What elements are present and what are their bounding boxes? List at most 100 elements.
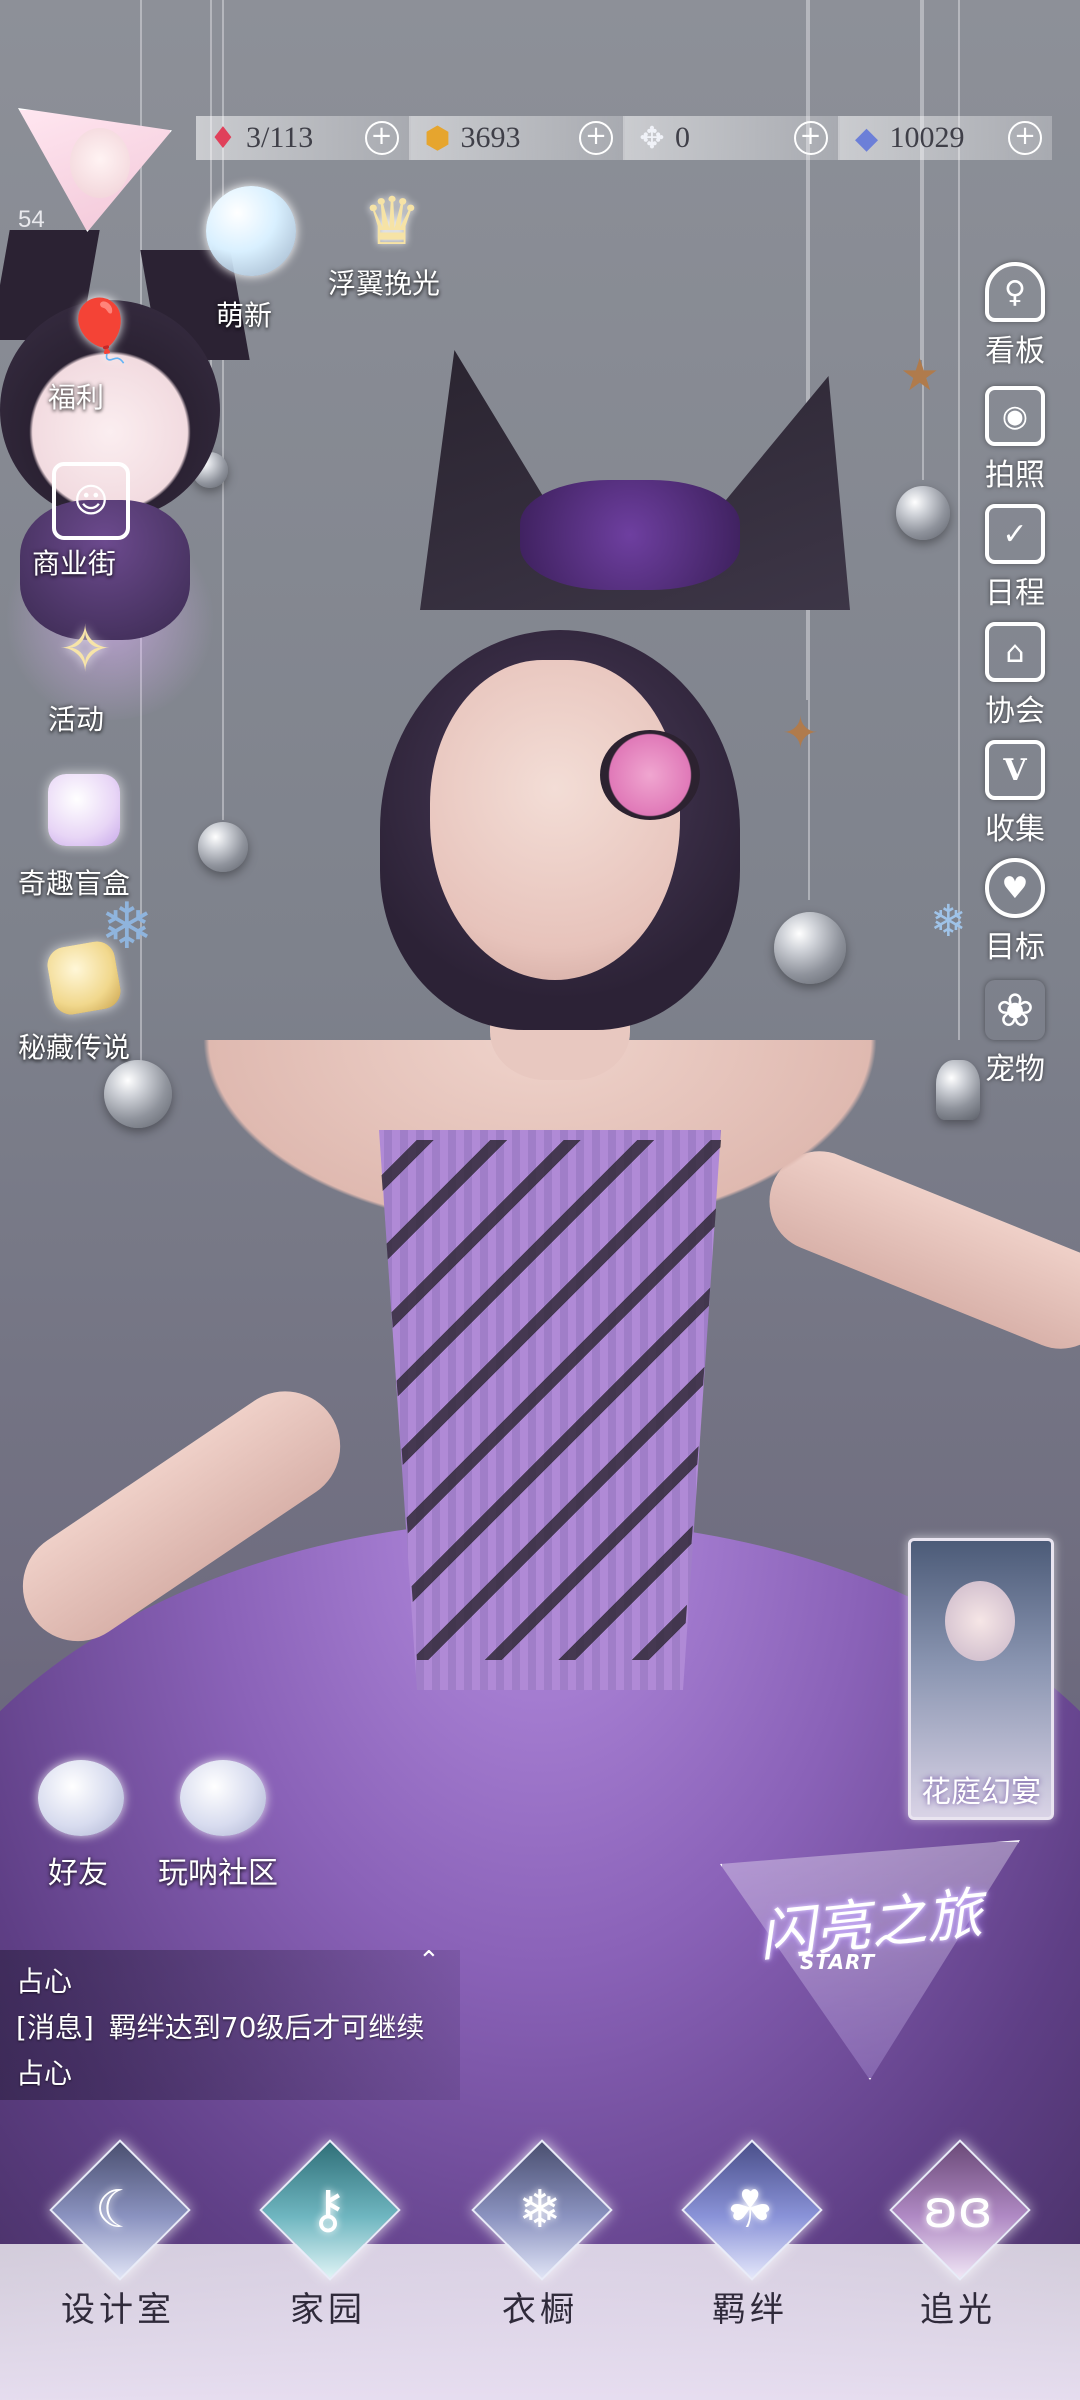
nav-label: 羁绊 xyxy=(712,2290,788,2330)
right-menu-label: 收集 xyxy=(985,812,1045,847)
collection-v-icon: V xyxy=(985,740,1045,800)
chat-message: 占心 xyxy=(16,1965,73,1998)
community-button[interactable]: 玩呐社区 xyxy=(156,1760,296,1891)
event-card-banner[interactable]: 花庭幻宴 xyxy=(908,1538,1054,1820)
nav-label: 设计室 xyxy=(61,2290,175,2330)
right-menu-label: 看板 xyxy=(985,334,1045,369)
secret-legend-label: 秘藏传说 xyxy=(18,1031,131,1064)
heart-eyepatch xyxy=(600,730,700,820)
nav-label: 衣橱 xyxy=(502,2290,578,2330)
currency-value: 0 xyxy=(675,121,690,154)
shopping-bag-icon: ☺ xyxy=(52,462,130,540)
bubble-icon xyxy=(206,186,296,276)
crystal-icon: ✥ xyxy=(639,120,665,156)
heart-gem-icon: ♦ xyxy=(209,120,237,156)
shining-journey-button[interactable]: 闪亮之旅 START xyxy=(720,1840,1020,2080)
journey-subtitle: START xyxy=(800,1950,876,1974)
friends-label: 好友 xyxy=(48,1856,108,1891)
nav-chase-light[interactable]: ʚɞ 追光 xyxy=(880,2139,1031,2400)
crown-icon: ♛ xyxy=(362,182,422,260)
currency-gold: ⬢ 3693 + xyxy=(408,116,623,160)
right-menu-label: 协会 xyxy=(985,694,1045,729)
add-button[interactable]: + xyxy=(793,121,828,155)
character-harness xyxy=(379,1140,721,1660)
blind-box-label: 奇趣盲盒 xyxy=(18,867,131,900)
floating-wings-label: 浮翼挽光 xyxy=(328,267,441,300)
currency-bar: ♦ 3/113 + ⬢ 3693 + ✥ 0 + ◆ 10029 + xyxy=(196,116,1052,160)
currency-crystal: ✥ 0 + xyxy=(623,116,838,160)
nav-wardrobe[interactable]: ❄ 衣橱 xyxy=(462,2139,613,2400)
right-menu-showcase[interactable]: ♀ 看板 xyxy=(970,262,1060,370)
secret-legend-button[interactable]: 秘藏传说 xyxy=(14,938,164,1070)
right-menu-pets[interactable]: ❀ 宠物 xyxy=(970,980,1060,1088)
add-button[interactable]: + xyxy=(364,121,399,155)
add-button[interactable]: + xyxy=(1008,121,1042,155)
right-menu-label: 拍照 xyxy=(985,458,1045,493)
planet-heart-icon xyxy=(180,1760,266,1836)
gold-coin-icon: ⬢ xyxy=(424,120,451,156)
right-menu-goals[interactable]: ♥ 目标 xyxy=(970,858,1060,966)
right-menu-schedule[interactable]: ✓ 日程 xyxy=(970,504,1060,612)
welfare-button[interactable]: 🎈 福利 xyxy=(40,290,160,420)
nav-bonds[interactable]: ☘ 羁绊 xyxy=(672,2139,823,2400)
right-menu-label: 目标 xyxy=(985,930,1045,965)
newbie-label: 萌新 xyxy=(216,299,273,332)
sparkle-stars-icon: ✧ xyxy=(58,613,112,687)
friends-icon xyxy=(38,1760,124,1836)
right-menu-photo[interactable]: ◉ 拍照 xyxy=(970,386,1060,494)
community-label: 玩呐社区 xyxy=(158,1856,278,1891)
right-menu-label: 宠物 xyxy=(985,1052,1045,1087)
activity-label: 活动 xyxy=(48,703,105,736)
right-menu-label: 日程 xyxy=(985,576,1045,611)
hanging-snowflake: ❄ xyxy=(930,896,967,947)
right-menu-collection[interactable]: V 收集 xyxy=(970,740,1060,848)
hanging-string xyxy=(922,0,924,480)
event-card-title: 花庭幻宴 xyxy=(921,1775,1041,1810)
floating-wings-event[interactable]: ♛ 浮翼挽光 xyxy=(322,182,462,302)
camera-icon: ◉ xyxy=(985,386,1045,446)
character-face xyxy=(430,660,680,980)
mystery-box-icon xyxy=(48,774,120,846)
blind-box-button[interactable]: 奇趣盲盒 xyxy=(14,770,154,900)
chat-message: 占心 xyxy=(16,2057,73,2090)
character-bow xyxy=(520,480,740,590)
target-heart-icon: ♥ xyxy=(985,858,1045,918)
event-card-character xyxy=(945,1581,1015,1661)
hanging-star: ★ xyxy=(900,350,940,401)
currency-value: 3/113 xyxy=(246,121,314,154)
dress-icon: ♀ xyxy=(985,262,1045,322)
friends-button[interactable]: 好友 xyxy=(32,1760,142,1891)
avatar-face xyxy=(70,128,130,198)
chevron-up-icon[interactable]: ⌃ xyxy=(418,1946,440,1976)
currency-value: 10029 xyxy=(889,121,965,154)
shopping-street-button[interactable]: ☺ 商业街 xyxy=(26,462,166,582)
nav-design-studio[interactable]: ☾ 设计室 xyxy=(40,2139,191,2400)
guild-hall-icon: ⌂ xyxy=(985,622,1045,682)
welfare-label: 福利 xyxy=(48,381,105,414)
hanging-orb xyxy=(774,912,846,984)
diamond-icon: ◆ xyxy=(854,120,879,156)
chat-tag: [消息] xyxy=(16,2011,94,2044)
butterfly-icon: ʚɞ xyxy=(923,2180,993,2240)
moon-icon: ☾ xyxy=(94,2180,142,2240)
nav-home[interactable]: ⚷ 家园 xyxy=(250,2139,401,2400)
snowflake-icon: ❄ xyxy=(518,2180,562,2240)
clover-icon: ☘ xyxy=(726,2180,774,2240)
hanging-orb xyxy=(198,822,248,872)
add-button[interactable]: + xyxy=(579,121,613,155)
newbie-event[interactable]: 萌新 xyxy=(202,186,302,332)
right-menu-guild[interactable]: ⌂ 协会 xyxy=(970,622,1060,730)
player-level: 54 xyxy=(18,206,45,233)
currency-diamond: ◆ 10029 + xyxy=(837,116,1052,160)
hanging-star: ✦ xyxy=(782,708,819,759)
key-icon: ⚷ xyxy=(308,2180,348,2240)
treasure-scroll-icon xyxy=(44,938,124,1018)
paw-icon: ❀ xyxy=(985,980,1045,1040)
hanging-orb xyxy=(896,486,950,540)
activity-button[interactable]: ✧ 活动 xyxy=(30,610,150,740)
currency-stamina: ♦ 3/113 + xyxy=(196,116,409,160)
nav-label: 追光 xyxy=(920,2290,996,2330)
chat-message: [消息] 羁绊达到70级后才可继续 xyxy=(16,2006,424,2046)
hot-air-balloon-icon: 🎈 xyxy=(62,295,138,366)
calendar-check-icon: ✓ xyxy=(985,504,1045,564)
